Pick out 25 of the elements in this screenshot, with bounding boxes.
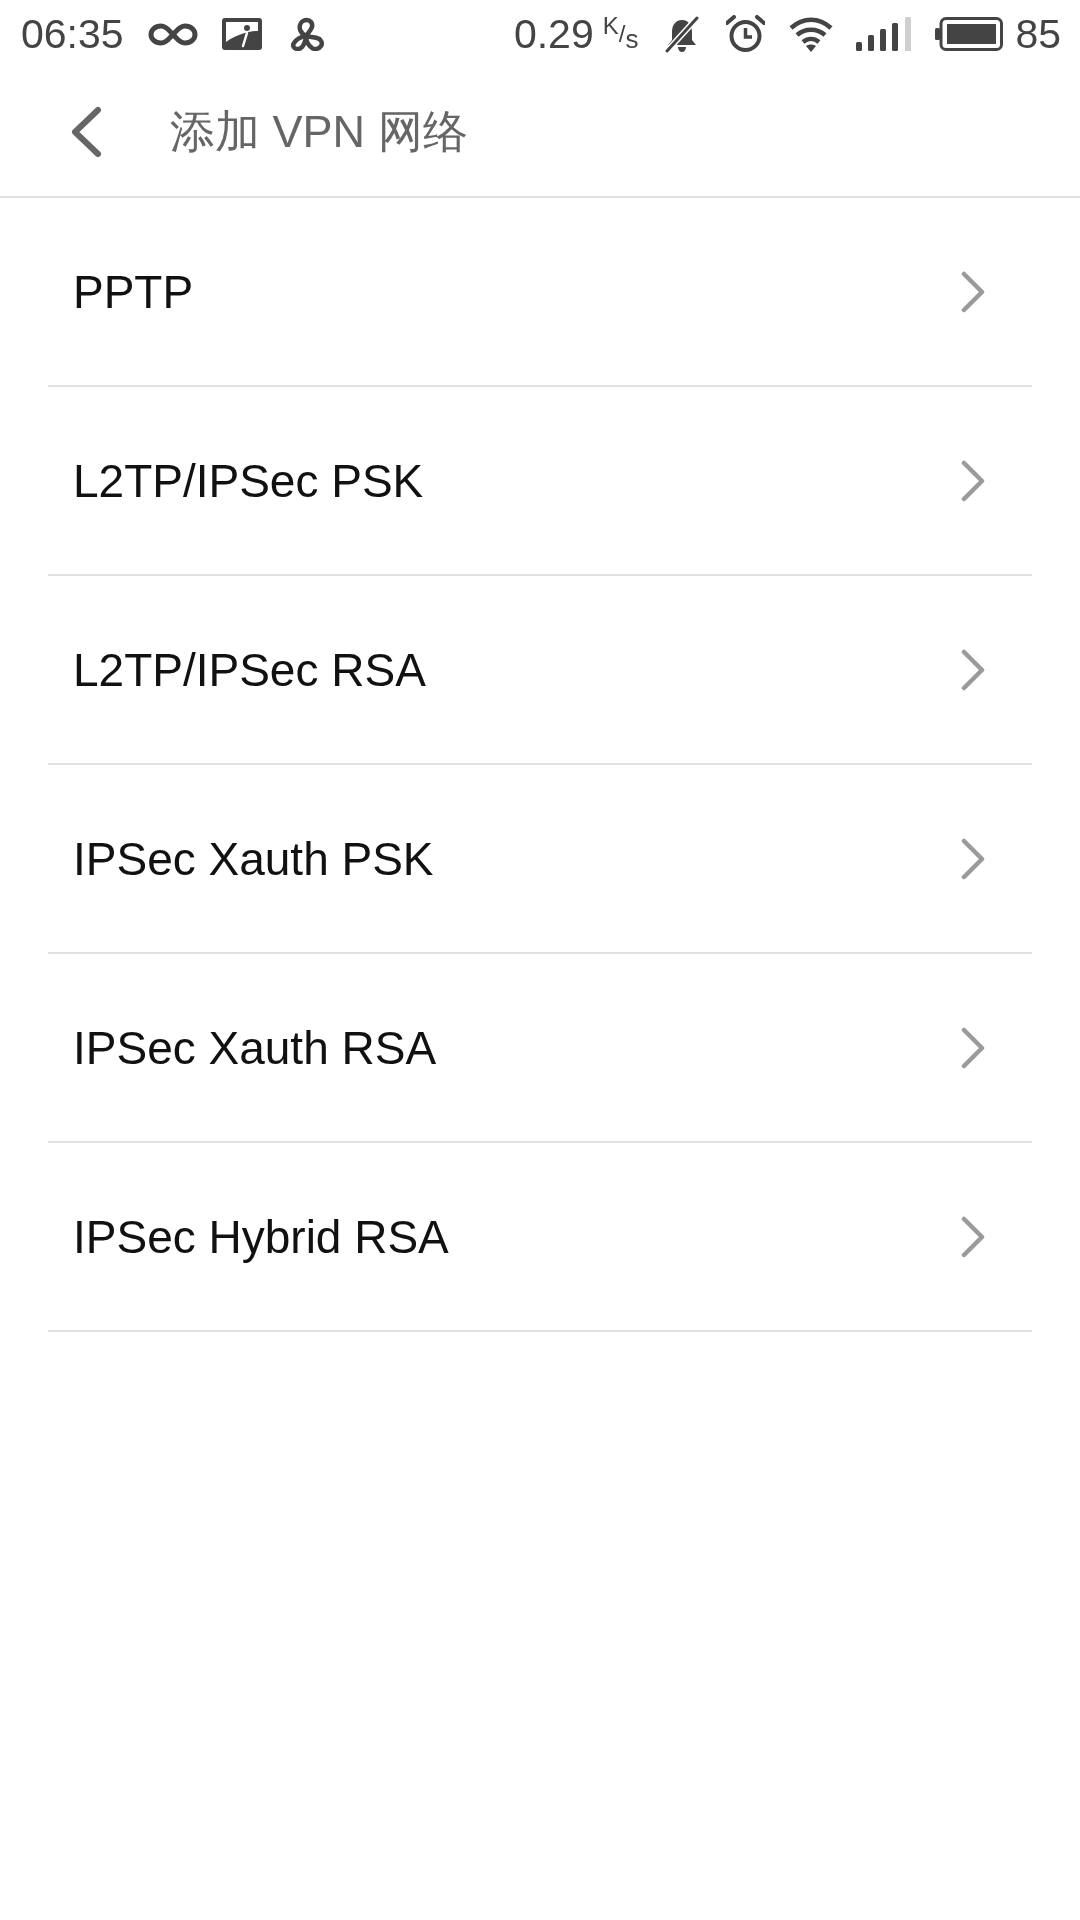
chevron-right-icon <box>960 459 986 502</box>
vpn-type-item[interactable]: IPSec Xauth PSK <box>48 765 1032 954</box>
muted-bell-icon <box>664 15 701 53</box>
vpn-type-item[interactable]: IPSec Hybrid RSA <box>48 1143 1032 1332</box>
clock-time: 06:35 <box>21 10 124 58</box>
vpn-type-item[interactable]: IPSec Xauth RSA <box>48 954 1032 1143</box>
chevron-right-icon <box>960 648 986 691</box>
network-speed: 0.29 <box>513 10 594 58</box>
picture-icon <box>221 18 262 50</box>
back-icon <box>69 106 103 158</box>
vpn-type-item[interactable]: L2TP/IPSec PSK <box>48 387 1032 576</box>
infinity-icon <box>147 21 198 47</box>
chevron-right-icon <box>960 270 986 313</box>
alarm-clock-icon <box>726 15 766 53</box>
page-title: 添加 VPN 网络 <box>170 105 468 159</box>
chevron-right-icon <box>960 837 986 880</box>
battery-percent: 85 <box>1015 10 1061 58</box>
chevron-right-icon <box>960 1026 986 1069</box>
vpn-type-item[interactable]: PPTP <box>48 198 1032 387</box>
vpn-type-item[interactable]: L2TP/IPSec RSA <box>48 576 1032 765</box>
signal-icon <box>856 17 913 51</box>
battery-icon <box>935 17 1004 51</box>
wifi-icon <box>789 16 834 52</box>
back-button[interactable] <box>69 106 103 158</box>
chevron-right-icon <box>960 1215 986 1258</box>
